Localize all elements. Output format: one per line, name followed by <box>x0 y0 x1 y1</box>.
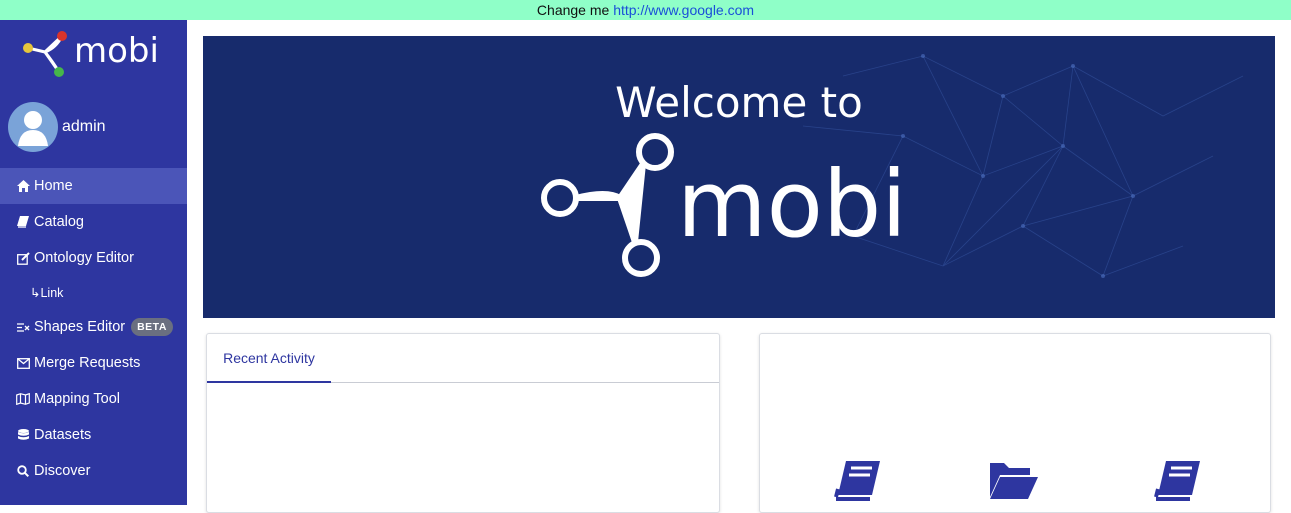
sidebar-item-datasets[interactable]: Datasets <box>0 417 187 453</box>
banner-link[interactable]: http://www.google.com <box>613 2 754 18</box>
folder-open-icon[interactable] <box>988 459 1038 503</box>
sidebar-item-merge-requests[interactable]: Merge Requests <box>0 345 187 381</box>
activity-tabs: Recent Activity <box>207 334 719 383</box>
sidebar-item-label: Discover <box>34 463 91 479</box>
avatar <box>8 102 58 152</box>
sidebar-item-label: Link <box>40 285 64 300</box>
beta-badge: BETA <box>131 318 173 336</box>
sidebar-item-discover[interactable]: Discover <box>0 453 187 489</box>
sidebar-item-mapping-tool[interactable]: Mapping Tool <box>0 381 187 417</box>
shapes-icon <box>16 320 30 334</box>
book-icon <box>16 215 30 229</box>
sidebar-item-shapes-editor[interactable]: Shapes Editor BETA <box>0 309 187 345</box>
database-icon <box>16 428 30 442</box>
user-name: admin <box>62 118 106 135</box>
sidebar-item-label: Datasets <box>34 427 92 443</box>
book-icon[interactable] <box>1152 459 1202 503</box>
sidebar-item-catalog[interactable]: Catalog <box>0 204 187 240</box>
main-nav: Home Catalog Ontology Editor ↳ Link Shap… <box>0 168 187 489</box>
sub-arrow-icon: ↳ <box>30 286 41 300</box>
sidebar-item-ontology-editor[interactable]: Ontology Editor <box>0 240 187 276</box>
welcome-hero: Welcome to mobi <box>203 36 1275 318</box>
banner-text: Change me <box>536 2 610 18</box>
mobi-logo[interactable]: mobi <box>20 28 170 80</box>
edit-icon <box>16 251 30 265</box>
sidebar-item-label: Catalog <box>34 214 84 230</box>
logo-text: mobi <box>74 31 159 71</box>
top-banner: Change me http://www.google.com <box>0 0 1291 20</box>
map-icon <box>16 392 30 406</box>
sidebar: mobi admin Home Catalog Ontology Editor … <box>0 20 187 505</box>
mobi-hero-logo: mobi <box>541 133 907 277</box>
home-icon <box>16 179 30 193</box>
sidebar-item-label: Home <box>34 178 73 194</box>
sidebar-item-label: Shapes Editor <box>34 319 126 335</box>
search-icon <box>16 464 30 478</box>
sidebar-item-home[interactable]: Home <box>0 168 187 204</box>
sidebar-item-label: Ontology Editor <box>34 250 134 266</box>
quick-actions-card <box>759 333 1271 513</box>
sidebar-item-label: Merge Requests <box>34 355 141 371</box>
welcome-title: Welcome to <box>615 78 863 127</box>
hero-logo-text: mobi <box>677 151 907 258</box>
sidebar-item-link[interactable]: ↳ Link <box>0 276 187 309</box>
envelope-icon <box>16 356 30 370</box>
user-profile[interactable]: admin <box>8 102 106 152</box>
book-icon[interactable] <box>832 459 882 503</box>
tab-recent-activity[interactable]: Recent Activity <box>207 334 331 383</box>
sidebar-item-label: Mapping Tool <box>34 391 120 407</box>
recent-activity-card: Recent Activity <box>206 333 720 513</box>
